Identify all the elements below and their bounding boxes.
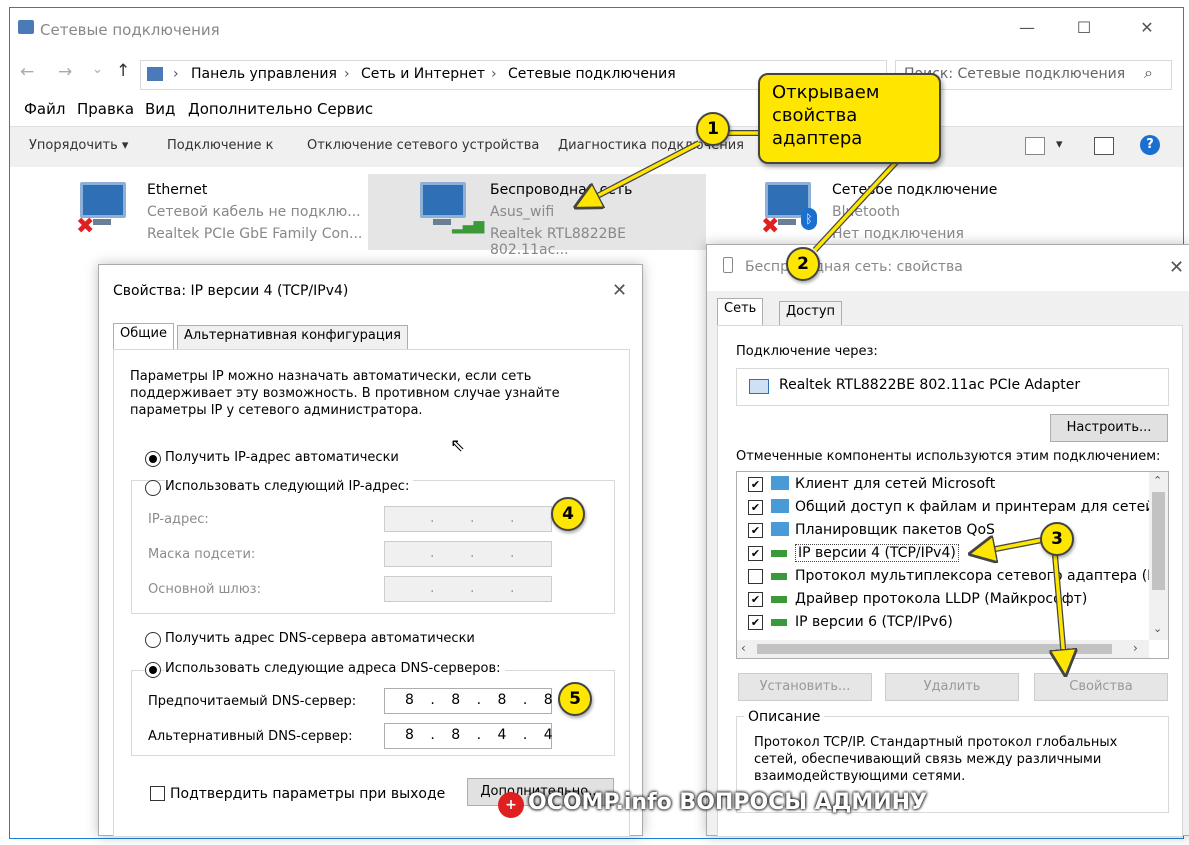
instruction-callout: Открываем свойства адаптера bbox=[758, 73, 941, 164]
watermark-text: OCOMP.info ВОПРОСЫ АДМИНУ bbox=[528, 790, 928, 815]
arrow-1 bbox=[580, 141, 700, 205]
step-badge-2: 2 bbox=[786, 247, 820, 281]
step-badge-1: 1 bbox=[696, 112, 730, 146]
step-badge-5: 5 bbox=[558, 682, 592, 716]
step-badge-4: 4 bbox=[551, 497, 585, 531]
watermark-logo: + OCOMP.info ВОПРОСЫ АДМИНУ bbox=[498, 790, 927, 830]
arrow-3-to-properties bbox=[1055, 554, 1065, 670]
annotation-arrows bbox=[0, 130, 1189, 845]
arrow-3-to-ipv4 bbox=[975, 540, 1043, 553]
arrow-2-connector bbox=[813, 156, 902, 252]
step-badge-3: 3 bbox=[1040, 522, 1074, 556]
plus-logo-icon: + bbox=[498, 792, 524, 818]
